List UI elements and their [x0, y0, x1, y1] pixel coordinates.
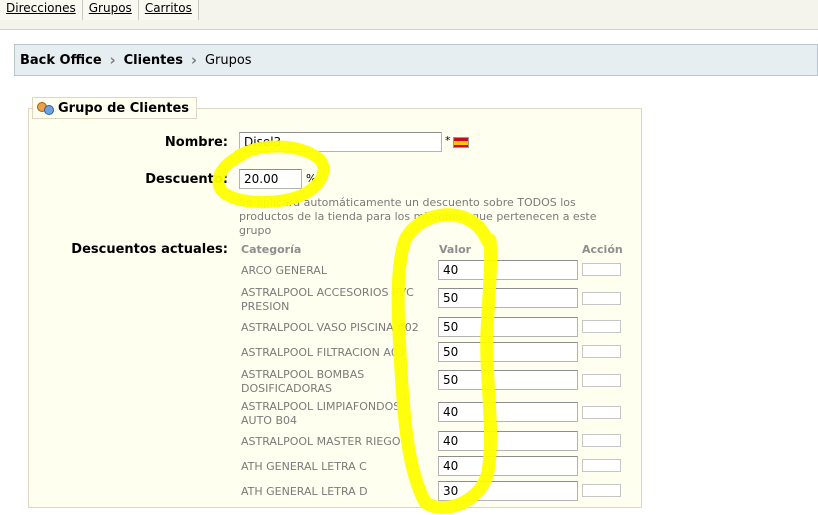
row-2-action[interactable] [582, 292, 621, 305]
users-group-icon [37, 100, 55, 116]
row-8-action[interactable] [582, 459, 621, 472]
breadcrumb: Back Office › Clientes › Grupos [14, 44, 818, 76]
row-9-category: ATH GENERAL LETRA D [241, 485, 368, 498]
fieldset-legend: Grupo de Clientes [32, 97, 198, 119]
legend-title: Grupo de Clientes [58, 100, 190, 116]
row-4-value-input[interactable] [438, 342, 578, 362]
row-1-category: ARCO GENERAL [241, 264, 327, 277]
descuento-input[interactable] [239, 169, 302, 189]
spain-flag-icon[interactable] [453, 137, 469, 148]
breadcrumb-clientes[interactable]: Clientes [124, 53, 183, 68]
row-3-category: ASTRALPOOL VASO PISCINA A02 [241, 321, 419, 334]
tab-carritos-label[interactable]: Carritos [145, 1, 192, 15]
row-6-value-input[interactable] [438, 402, 578, 422]
descuentos-actuales-label: Descuentos actuales: [71, 242, 228, 257]
breadcrumb-separator-icon: › [190, 51, 198, 69]
row-6-action[interactable] [582, 406, 621, 419]
row-9-action[interactable] [582, 484, 621, 497]
breadcrumb-grupos: Grupos [204, 52, 252, 68]
row-7-category: ASTRALPOOL MASTER RIEGO [241, 435, 401, 448]
row-7-action[interactable] [582, 434, 621, 447]
row-9-value-input[interactable] [438, 481, 578, 501]
breadcrumb-separator-icon: › [109, 51, 116, 69]
row-3-action[interactable] [582, 320, 621, 333]
header-categoria: Categoría [241, 243, 302, 256]
top-tab-bar: Direcciones Grupos Carritos [0, 0, 818, 30]
row-2-value-input[interactable] [438, 288, 578, 308]
row-8-value-input[interactable] [438, 456, 578, 476]
row-1-value-input[interactable] [438, 260, 578, 280]
row-6-category: ASTRALPOOL LIMPIAFONDOS AUTO B04 [241, 400, 401, 427]
tab-direcciones[interactable]: Direcciones [0, 0, 83, 20]
tab-carritos[interactable]: Carritos [138, 0, 199, 20]
row-3-value-input[interactable] [438, 317, 578, 337]
tab-direcciones-label[interactable]: Direcciones [6, 1, 76, 15]
descuento-label: Descuento: [145, 172, 228, 187]
row-4-category: ASTRALPOOL FILTRACION A03 [241, 346, 405, 359]
nombre-label: Nombre: [164, 135, 228, 150]
header-accion: Acción [582, 243, 623, 256]
row-2-category: ASTRALPOOL ACCESORIOS PVC PRESION [241, 286, 414, 313]
row-5-category: ASTRALPOOL BOMBAS DOSIFICADORAS [241, 368, 365, 395]
tab-grupos-label[interactable]: Grupos [89, 1, 132, 15]
header-valor: Valor [439, 243, 472, 256]
row-7-value-input[interactable] [438, 431, 578, 451]
descuento-hint: Se aplicará automáticamente un descuento… [239, 196, 597, 237]
nombre-input[interactable] [239, 132, 442, 152]
row-5-action[interactable] [582, 374, 621, 387]
row-5-value-input[interactable] [438, 370, 578, 390]
row-4-action[interactable] [582, 345, 621, 358]
percent-sign: % [306, 172, 317, 185]
tab-grupos[interactable]: Grupos [82, 0, 139, 20]
breadcrumb-back-office[interactable]: Back Office [20, 53, 102, 68]
row-1-action[interactable] [582, 263, 621, 276]
row-8-category: ATH GENERAL LETRA C [241, 460, 367, 473]
required-mark: * [445, 134, 451, 147]
